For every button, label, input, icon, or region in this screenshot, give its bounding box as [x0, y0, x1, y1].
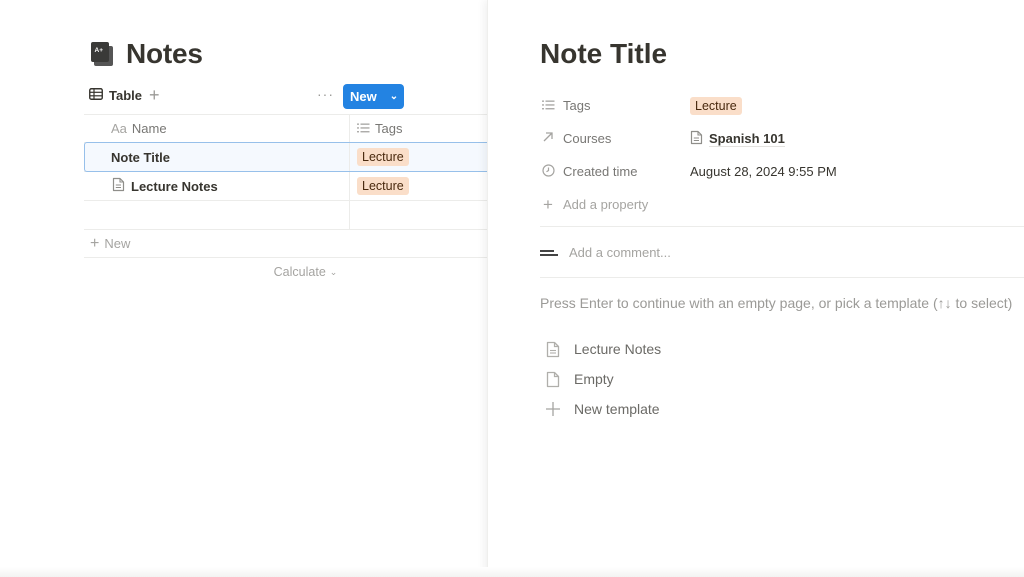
divider	[540, 226, 1024, 227]
tags-cell[interactable]: Lecture	[350, 143, 487, 171]
chevron-down-icon: ⌄	[329, 266, 338, 277]
property-courses[interactable]: Courses Spanish 101	[540, 122, 1020, 155]
view-label: Table	[109, 88, 142, 103]
text-type-icon: Aa	[111, 121, 127, 136]
database-table: Aa Name Tags Note Title Lecture Lecture …	[84, 114, 487, 286]
table-row[interactable]: Lecture Notes Lecture	[84, 172, 487, 201]
database-title: Notes	[126, 38, 203, 69]
plus-icon	[544, 401, 562, 417]
document-icon	[690, 130, 703, 148]
add-view-button[interactable]: +	[149, 85, 160, 105]
plus-icon: +	[543, 194, 553, 214]
template-label: Lecture Notes	[574, 341, 662, 357]
relation-link[interactable]: Spanish 101	[709, 131, 785, 147]
property-label: Tags	[563, 98, 591, 113]
add-property-label: Add a property	[563, 197, 649, 212]
add-property-button[interactable]: + Add a property	[540, 188, 1020, 221]
row-title: Lecture Notes	[131, 178, 218, 194]
divider	[540, 277, 1024, 278]
template-label: Empty	[574, 371, 614, 387]
table-header: Aa Name Tags	[84, 114, 487, 143]
page-title[interactable]: Note Title	[540, 38, 667, 70]
column-label: Tags	[375, 121, 403, 136]
book-icon[interactable]: A+	[89, 40, 115, 68]
plus-icon: +	[90, 234, 100, 252]
tags-cell[interactable]: Lecture	[350, 172, 487, 200]
database-view: A+ Notes Table + ··· New ⌄ Aa Name Tags …	[0, 0, 487, 577]
new-button-label: New	[350, 89, 377, 104]
property-label: Created time	[563, 164, 638, 179]
template-list: Lecture Notes Empty New template	[544, 334, 661, 424]
tag-badge: Lecture	[357, 177, 409, 195]
tag-badge: Lecture	[357, 148, 409, 166]
more-options-button[interactable]: ···	[317, 86, 334, 102]
bottom-edge	[0, 567, 1024, 577]
name-cell[interactable]: Note Title	[84, 143, 350, 171]
document-icon	[112, 177, 125, 195]
template-label: New template	[574, 401, 660, 417]
tab-table-view[interactable]: Table	[89, 88, 142, 103]
clock-icon	[540, 163, 556, 180]
row-title[interactable]: Note Title	[111, 150, 170, 165]
page-peek-panel: Note Title Tags Lecture Courses Spanish …	[487, 0, 1024, 577]
property-label: Courses	[563, 131, 612, 146]
svg-text:A+: A+	[95, 47, 104, 54]
row-title-wrap[interactable]: Lecture Notes	[112, 177, 218, 195]
template-item-lecture-notes[interactable]: Lecture Notes	[544, 334, 661, 364]
template-item-new-template[interactable]: New template	[544, 394, 661, 424]
database-header: A+ Notes	[89, 38, 203, 70]
new-button[interactable]: New ⌄	[343, 84, 404, 109]
property-created-time[interactable]: Created time August 28, 2024 9:55 PM	[540, 155, 1020, 188]
calculate-label: Calculate	[273, 265, 326, 279]
template-hint: Press Enter to continue with an empty pa…	[540, 295, 1013, 311]
name-cell[interactable]: Lecture Notes	[84, 172, 350, 200]
avatar	[540, 247, 560, 259]
chevron-down-icon[interactable]: ⌄	[384, 84, 404, 109]
created-time-value: August 28, 2024 9:55 PM	[690, 164, 837, 179]
document-icon	[544, 341, 562, 358]
add-row-button[interactable]: + New	[84, 230, 487, 258]
table-icon	[89, 88, 103, 103]
add-row-label: New	[104, 236, 131, 251]
arrow-up-right-icon	[540, 131, 556, 146]
empty-row	[84, 201, 487, 230]
column-label: Name	[131, 121, 167, 136]
list-icon	[540, 98, 556, 113]
column-header-name[interactable]: Aa Name	[84, 115, 350, 142]
table-row[interactable]: Note Title Lecture	[84, 142, 487, 172]
comment-input[interactable]: Add a comment...	[540, 245, 671, 260]
tag-badge[interactable]: Lecture	[690, 96, 742, 115]
property-tags[interactable]: Tags Lecture	[540, 89, 1020, 122]
template-item-empty[interactable]: Empty	[544, 364, 661, 394]
empty-tags-cell[interactable]	[350, 201, 487, 229]
properties-list: Tags Lecture Courses Spanish 101 Created…	[540, 89, 1020, 221]
comment-placeholder: Add a comment...	[569, 245, 671, 260]
empty-name-cell[interactable]	[84, 201, 350, 229]
column-header-tags[interactable]: Tags	[350, 115, 487, 142]
blank-page-icon	[544, 371, 562, 388]
view-toolbar: Table + ··· New ⌄	[89, 84, 489, 110]
calculate-button[interactable]: Calculate ⌄	[84, 258, 487, 286]
list-icon	[357, 121, 370, 136]
